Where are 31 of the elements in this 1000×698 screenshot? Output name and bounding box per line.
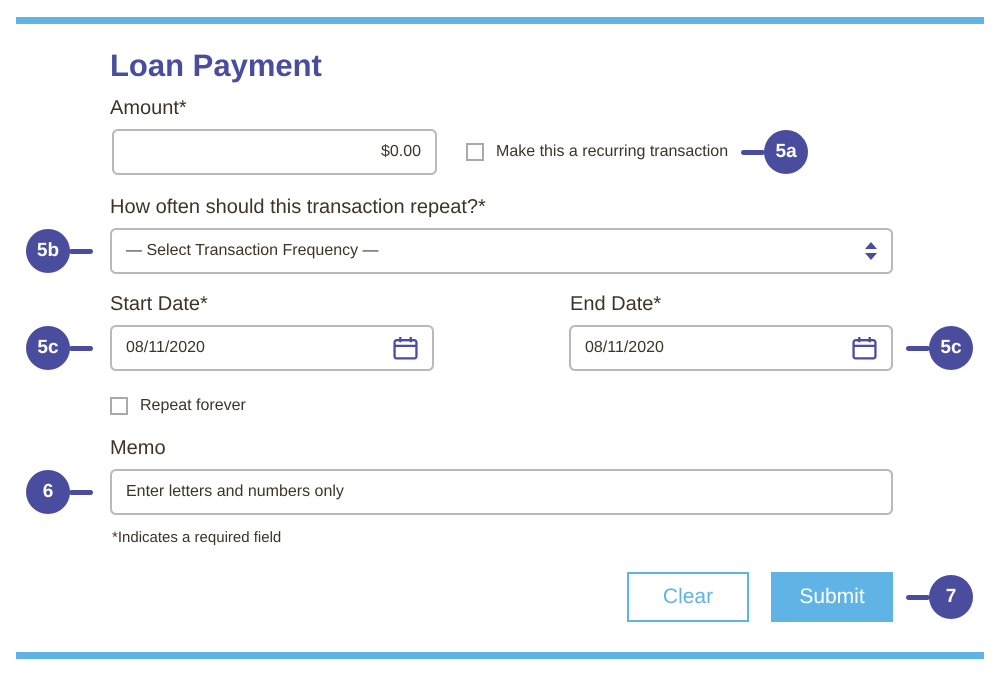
- form-title: Loan Payment: [110, 48, 323, 84]
- leader-line: [906, 346, 930, 350]
- callout-badge: 6: [26, 470, 70, 514]
- leader-line: [69, 248, 93, 254]
- amount-field[interactable]: $0.00: [112, 129, 437, 175]
- up-down-arrows-icon: [865, 242, 877, 260]
- field-label: Amount*: [110, 96, 188, 120]
- callout-badge: 7: [929, 575, 973, 619]
- repeat-forever-checkbox[interactable]: Repeat forever: [110, 397, 893, 415]
- callout-badge: 5b: [26, 229, 70, 273]
- leader-line: [69, 490, 93, 494]
- calendar-icon: [852, 336, 877, 360]
- callout-badge: 5a: [764, 130, 808, 174]
- field-label: Memo: [110, 436, 167, 460]
- checkbox[interactable]: [466, 143, 484, 161]
- field-label: How often should this transaction repeat?*: [110, 195, 487, 219]
- calendar-icon: [393, 336, 418, 360]
- start-date-field[interactable]: 08/11/2020: [110, 325, 434, 371]
- recurring-checkbox[interactable]: Make this a recurring transaction: [466, 143, 728, 161]
- leader-line: [69, 346, 93, 350]
- callout-badge: 5c: [929, 326, 973, 370]
- field-label: Start Date*: [110, 292, 209, 316]
- frequency-select[interactable]: — Select Transaction Frequency —: [110, 228, 893, 274]
- callout-badge: 5c: [26, 326, 70, 370]
- field-label: End Date*: [570, 292, 662, 316]
- end-date-field[interactable]: 08/11/2020: [569, 325, 893, 371]
- leader-line: [906, 594, 930, 600]
- checkbox[interactable]: [110, 397, 128, 415]
- required-note: *Indicates a required field: [112, 529, 282, 546]
- memo-field[interactable]: Enter letters and numbers only: [110, 469, 893, 515]
- leader-line: [741, 150, 766, 154]
